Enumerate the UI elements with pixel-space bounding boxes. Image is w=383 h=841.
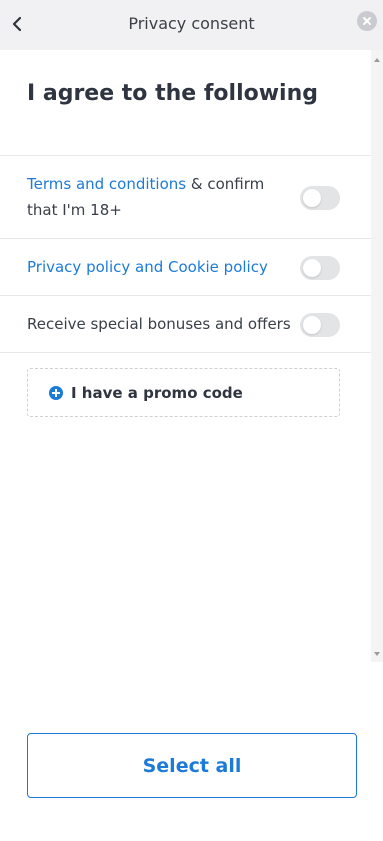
- divider: [0, 352, 371, 353]
- scroll-down-arrow[interactable]: [374, 652, 380, 656]
- scrollbar[interactable]: [371, 50, 383, 662]
- terms-consent-text: Terms and conditions & confirm that I'm …: [27, 171, 287, 223]
- toggle-knob: [303, 316, 321, 334]
- divider: [0, 295, 371, 296]
- divider: [0, 155, 371, 156]
- promo-code-button[interactable]: I have a promo code: [27, 368, 340, 417]
- promo-code-label: I have a promo code: [71, 383, 243, 402]
- close-button[interactable]: [357, 11, 377, 31]
- terms-link[interactable]: Terms and conditions: [27, 175, 186, 193]
- bonuses-toggle[interactable]: [300, 313, 340, 337]
- header-bar: Privacy consent: [0, 0, 383, 50]
- scroll-up-arrow[interactable]: [374, 58, 380, 62]
- terms-toggle[interactable]: [300, 186, 340, 210]
- toggle-knob: [303, 259, 321, 277]
- privacy-toggle[interactable]: [300, 256, 340, 280]
- bonuses-consent-text: Receive special bonuses and offers: [27, 315, 291, 333]
- consent-heading: I agree to the following: [27, 81, 318, 106]
- privacy-consent-text: Privacy policy and Cookie policy: [27, 254, 268, 280]
- close-icon: [363, 17, 371, 25]
- divider: [0, 238, 371, 239]
- page-title: Privacy consent: [128, 14, 255, 33]
- select-all-button[interactable]: Select all: [27, 733, 357, 798]
- toggle-knob: [303, 189, 321, 207]
- privacy-cookie-link[interactable]: Privacy policy and Cookie policy: [27, 258, 268, 276]
- consent-scroll-area[interactable]: [0, 50, 383, 662]
- plus-circle-icon: [49, 385, 63, 400]
